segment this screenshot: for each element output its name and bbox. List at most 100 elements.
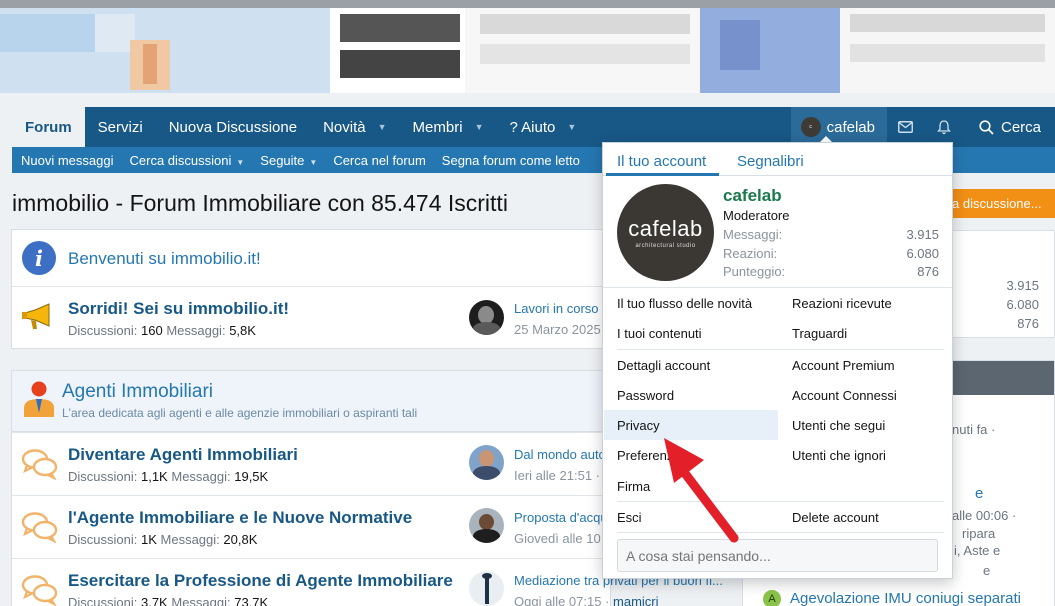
- account-avatar[interactable]: cafelab architectural studio: [617, 184, 714, 281]
- user-menu-button[interactable]: c cafelab: [790, 107, 887, 147]
- last-post-title[interactable]: Proposta d'acqu: [514, 510, 608, 525]
- nav-tab-label: Novità: [323, 118, 366, 136]
- chevron-down-icon[interactable]: ▼: [378, 122, 387, 132]
- nav-tab-membri[interactable]: Membri ▼: [400, 107, 497, 147]
- nav-tab-nuova-discussione[interactable]: Nuova Discussione: [156, 107, 310, 147]
- last-post-meta: 25 Marzo 2025: [514, 322, 601, 337]
- category-title[interactable]: Agenti Immobiliari: [62, 381, 213, 403]
- last-post-date: Oggi alle 07:15 ·: [514, 594, 610, 606]
- stats-label: Messaggi:: [160, 532, 220, 547]
- nav-tab-label: Forum: [25, 118, 72, 136]
- subnav-label: Segna forum come letto: [441, 152, 580, 168]
- menu-item-traguardi[interactable]: Traguardi: [792, 326, 847, 341]
- user-label: cafelab: [826, 118, 875, 136]
- stat-label: Punteggio:: [723, 264, 786, 279]
- menu-item-password[interactable]: Password: [617, 388, 674, 403]
- menu-item-dettagli-account[interactable]: Dettagli account: [617, 358, 710, 373]
- stat-value: 6.080: [906, 246, 939, 261]
- sidebar-snippet[interactable]: ripara: [962, 526, 995, 541]
- new-discussion-button[interactable]: a discussione...: [940, 189, 1055, 218]
- welcome-title[interactable]: Benvenuti su immobilio.it!: [68, 249, 261, 269]
- chat-bubbles-icon: [21, 448, 59, 483]
- stat-punteggio: Punteggio: 876: [723, 264, 939, 279]
- threads-count: 160: [140, 323, 163, 338]
- menu-item-esci[interactable]: Esci: [617, 510, 642, 525]
- subnav-cerca-discussioni[interactable]: Cerca discussioni ▼: [130, 153, 245, 168]
- info-icon: i: [22, 241, 56, 275]
- nav-tab-label: Membri: [412, 118, 463, 136]
- forum-stats: Discussioni: 1K Messaggi: 20,8K: [68, 532, 257, 547]
- stat-value: 876: [917, 264, 939, 279]
- forum-stats: Discussioni: 160 Messaggi: 5,8K: [68, 323, 256, 338]
- sidebar-snippet[interactable]: e: [975, 485, 983, 502]
- forum-title[interactable]: Diventare Agenti Immobiliari: [68, 445, 298, 465]
- tab-segnalibri[interactable]: Segnalibri: [737, 153, 804, 170]
- forum-title[interactable]: l'Agente Immobiliare e le Nuove Normativ…: [68, 508, 412, 528]
- menu-item-flusso-novita[interactable]: Il tuo flusso delle novità: [617, 296, 752, 311]
- category-block: Agenti Immobiliari L'area dedicata agli …: [11, 370, 723, 606]
- search-icon: [979, 119, 994, 135]
- page-title: immobilio - Forum Immobiliare con 85.474…: [12, 190, 508, 216]
- nav-tab-novita[interactable]: Novità ▼: [310, 107, 399, 147]
- subnav-label: Nuovi messaggi: [21, 152, 114, 168]
- forum-title[interactable]: Esercitare la Professione di Agente Immo…: [68, 571, 453, 591]
- last-post-title[interactable]: Dal mondo auto: [514, 447, 606, 462]
- subnav-cerca-nel-forum[interactable]: Cerca nel forum: [333, 153, 425, 168]
- avatar[interactable]: [469, 300, 504, 335]
- subnav-label: Cerca discussioni: [129, 152, 232, 168]
- nav-tab-label: Servizi: [97, 118, 143, 136]
- menu-item-account-premium[interactable]: Account Premium: [792, 358, 895, 373]
- posts-count: 73,7K: [234, 595, 269, 606]
- forum-row[interactable]: l'Agente Immobiliare e le Nuove Normativ…: [12, 495, 610, 558]
- forum-stats: Discussioni: 1,1K Messaggi: 19,5K: [68, 469, 268, 484]
- forum-row[interactable]: Diventare Agenti Immobiliari Discussioni…: [12, 432, 610, 495]
- subnav-seguite[interactable]: Seguite ▼: [260, 153, 317, 168]
- sidebar-stat: 876: [1017, 316, 1039, 331]
- nav-tab-forum[interactable]: Forum: [12, 107, 85, 147]
- stat-label: Messaggi:: [723, 227, 783, 242]
- nav-tab-aiuto[interactable]: ? Aiuto ▼: [496, 107, 589, 147]
- last-post-user[interactable]: mamicri: [613, 594, 659, 606]
- inbox-icon[interactable]: [887, 107, 925, 147]
- chevron-down-icon[interactable]: ▼: [236, 158, 244, 167]
- welcome-header: i Benvenuti su immobilio.it!: [12, 230, 610, 286]
- account-role: Moderatore: [723, 208, 790, 223]
- account-username[interactable]: cafelab: [723, 186, 782, 206]
- menu-item-utenti-che-segui[interactable]: Utenti che segui: [792, 418, 885, 433]
- sidebar-bottom-link[interactable]: Agevolazione IMU coniugi separati: [790, 590, 1021, 606]
- forum-title[interactable]: Sorridi! Sei su immobilio.it!: [68, 299, 289, 319]
- sidebar-snippet: e: [983, 563, 991, 578]
- nav-tab-servizi[interactable]: Servizi: [85, 107, 156, 147]
- menu-item-account-connessi[interactable]: Account Connessi: [792, 388, 897, 403]
- chevron-down-icon[interactable]: ▼: [567, 122, 576, 132]
- forum-row[interactable]: Sorridi! Sei su immobilio.it! Discussion…: [12, 286, 610, 348]
- sidebar-badge: A: [763, 590, 781, 606]
- avatar[interactable]: [469, 571, 504, 606]
- subnav-label: Seguite: [260, 152, 305, 168]
- posts-count: 5,8K: [229, 323, 256, 338]
- menu-item-delete-account[interactable]: Delete account: [792, 510, 879, 525]
- stat-reazioni: Reazioni: 6.080: [723, 246, 939, 261]
- menu-item-utenti-che-ignori[interactable]: Utenti che ignori: [792, 448, 886, 463]
- menu-item-tuoi-contenuti[interactable]: I tuoi contenuti: [617, 326, 702, 341]
- forum-stats: Discussioni: 3,7K Messaggi: 73,7K: [68, 595, 268, 606]
- nav-tab-label: Nuova Discussione: [168, 118, 298, 136]
- last-post-title[interactable]: Lavori in corso: [514, 301, 599, 316]
- stats-label: Discussioni:: [68, 532, 138, 547]
- menu-divider: [603, 287, 952, 288]
- subnav-nuovi-messaggi[interactable]: Nuovi messaggi: [21, 153, 114, 168]
- chevron-down-icon[interactable]: ▼: [475, 122, 484, 132]
- forum-row[interactable]: Esercitare la Professione di Agente Immo…: [12, 558, 723, 606]
- arrow-annotation-icon: [664, 438, 739, 543]
- chevron-down-icon[interactable]: ▼: [309, 158, 317, 167]
- last-post-meta: Oggi alle 07:15 · mamicri: [514, 594, 659, 606]
- subnav-segna-letto[interactable]: Segna forum come letto: [442, 153, 580, 168]
- search-button[interactable]: Cerca: [963, 107, 1055, 147]
- avatar[interactable]: [469, 445, 504, 480]
- search-label: Cerca: [1000, 118, 1041, 136]
- tab-il-tuo-account[interactable]: Il tuo account: [617, 153, 706, 170]
- menu-item-reazioni-ricevute[interactable]: Reazioni ricevute: [792, 296, 892, 311]
- bell-icon[interactable]: [925, 107, 963, 147]
- sidebar-stat: 6.080: [1006, 297, 1039, 312]
- avatar[interactable]: [469, 508, 504, 543]
